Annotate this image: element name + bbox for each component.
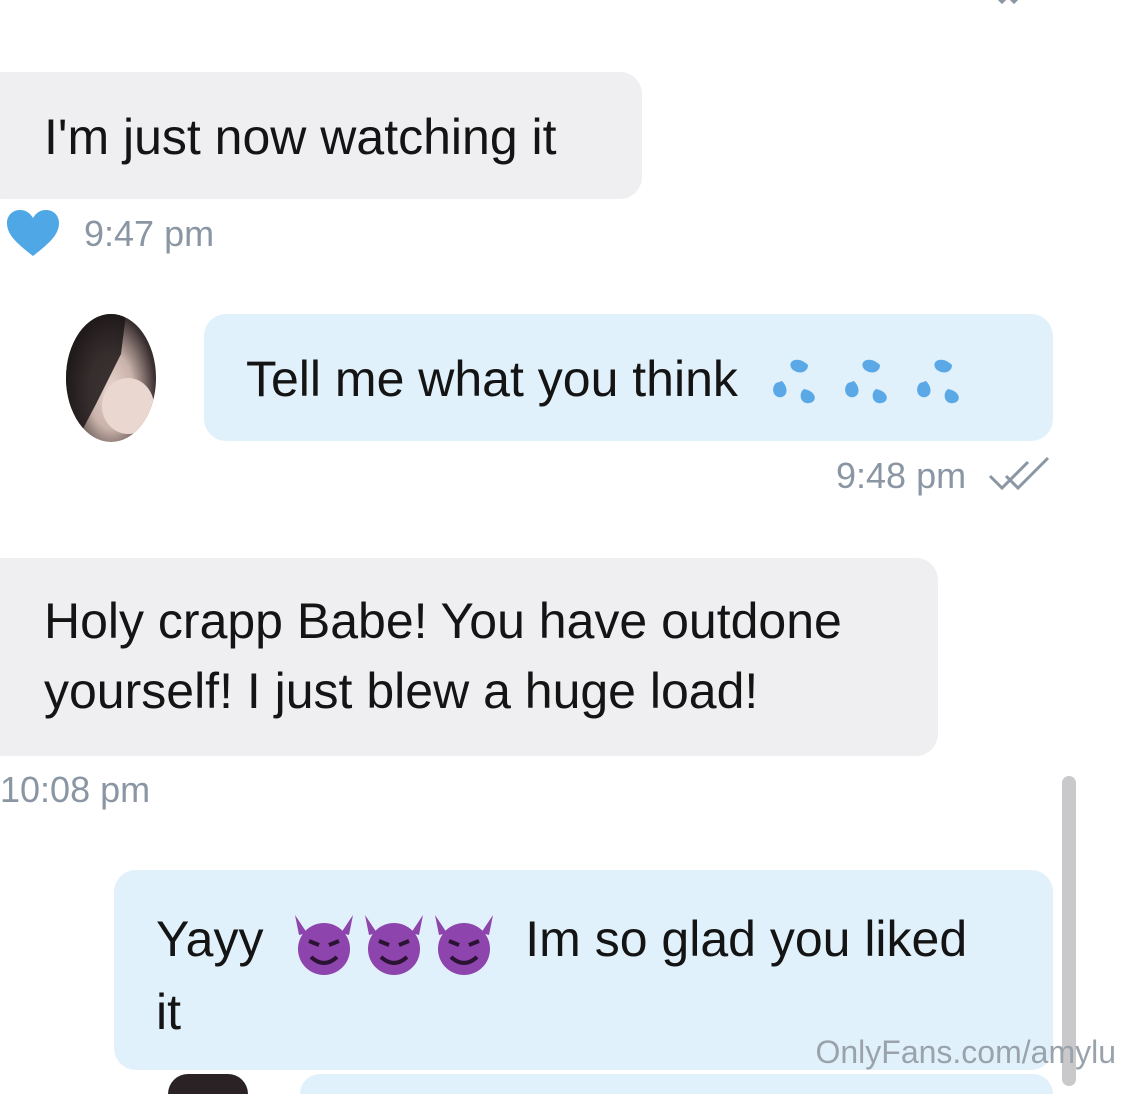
sweat-droplets-emoji bbox=[772, 359, 815, 404]
smiling-devil-emoji bbox=[295, 914, 354, 975]
incoming-message-bubble[interactable]: I'm just now watching it bbox=[0, 72, 642, 199]
sweat-droplets-emoji bbox=[844, 359, 887, 404]
incoming-message-bubble[interactable]: Holy crapp Babe! You have outdone yourse… bbox=[0, 558, 938, 756]
sweat-droplets-emoji bbox=[916, 359, 959, 404]
outgoing-message-bubble[interactable]: Tell me what you think bbox=[204, 314, 1053, 441]
message-text: Tell me what you think bbox=[246, 351, 738, 407]
message-text: I'm just now watching it bbox=[44, 109, 557, 165]
avatar[interactable] bbox=[66, 314, 156, 442]
message-timestamp: 9:48 pm bbox=[836, 455, 967, 496]
message-text-line: Holy crapp Babe! You have outdone bbox=[44, 593, 842, 649]
outgoing-message-bubble[interactable] bbox=[300, 1074, 1053, 1094]
message-text-line: yourself! I just blew a huge load! bbox=[44, 663, 759, 719]
heart-icon[interactable] bbox=[5, 208, 61, 258]
message-timestamp: 9:47 pm bbox=[84, 213, 215, 254]
double-check-icon bbox=[997, 0, 1019, 5]
message-text: Yayy bbox=[156, 911, 264, 967]
smiling-devil-emoji bbox=[365, 914, 424, 975]
message-text: Im so glad you liked bbox=[525, 911, 968, 967]
avatar-photo bbox=[66, 314, 154, 442]
double-check-icon bbox=[988, 456, 1050, 491]
avatar[interactable] bbox=[168, 1074, 248, 1094]
message-timestamp: 10:08 pm bbox=[0, 769, 151, 810]
watermark: OnlyFans.com/amylu bbox=[815, 1034, 1116, 1070]
smiling-devil-emoji bbox=[435, 914, 494, 975]
